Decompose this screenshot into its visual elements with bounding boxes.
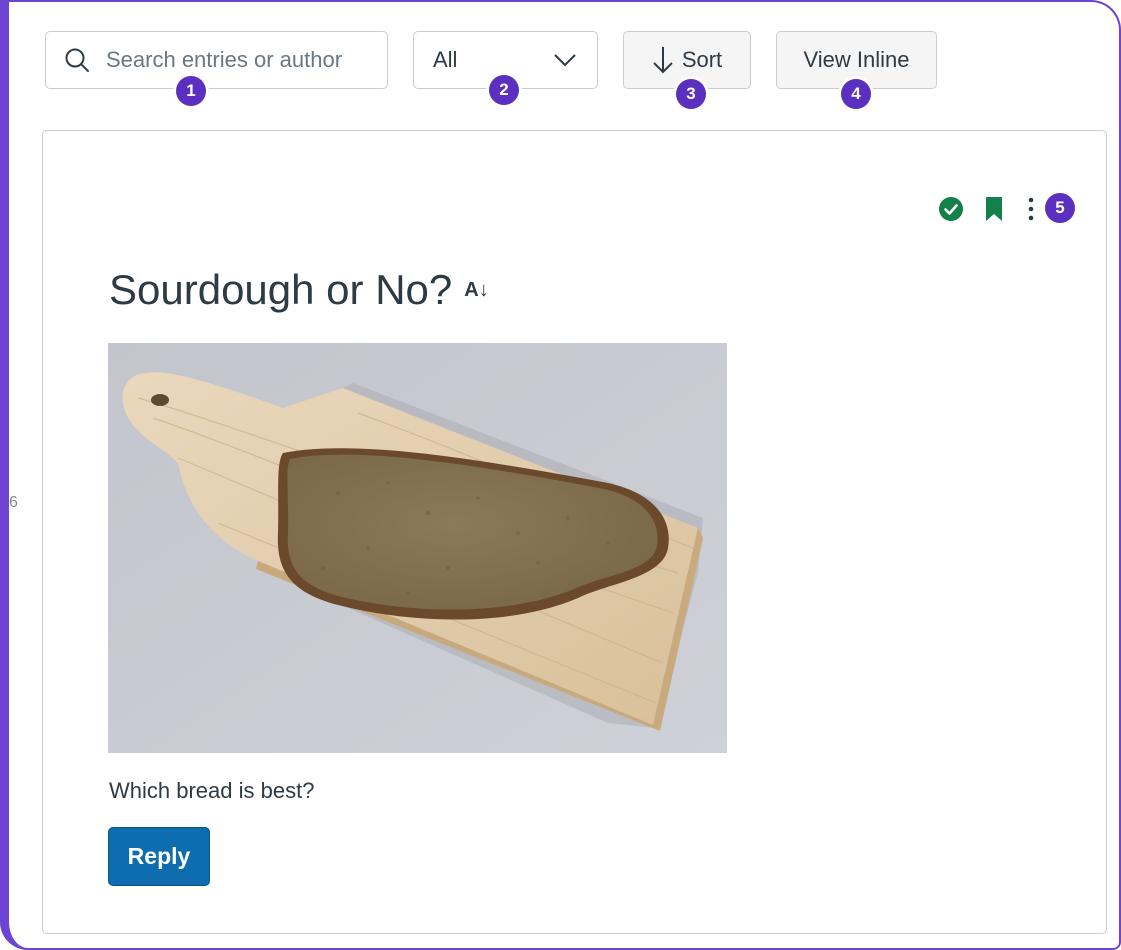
post-image <box>108 343 727 753</box>
search-icon <box>65 48 89 72</box>
reply-button[interactable]: Reply <box>108 827 210 886</box>
filter-select-value: All <box>433 47 458 72</box>
chevron-down-icon <box>554 54 576 67</box>
arrow-down-icon <box>653 47 673 74</box>
post-status-icons <box>938 196 1035 222</box>
callout-badge-1: 1 <box>176 76 206 106</box>
edge-glyph: 6 <box>9 494 18 511</box>
callout-badge-5: 5 <box>1045 193 1075 223</box>
translate-icon[interactable]: A↓ <box>464 279 488 302</box>
post-body: Which bread is best? <box>109 778 315 803</box>
callout-badge-2: 2 <box>489 75 519 105</box>
bookmark-icon[interactable] <box>985 196 1003 222</box>
callout-badge-4: 4 <box>841 79 871 109</box>
post-title: Sourdough or No? A↓ <box>109 266 489 314</box>
sort-button-label: Sort <box>681 47 723 72</box>
post-title-text: Sourdough or No? <box>109 266 453 313</box>
callout-badge-3: 3 <box>676 79 706 109</box>
search-input[interactable] <box>106 47 371 73</box>
more-vertical-icon[interactable] <box>1027 196 1035 222</box>
check-circle-icon <box>939 197 963 221</box>
search-field[interactable] <box>45 31 388 89</box>
